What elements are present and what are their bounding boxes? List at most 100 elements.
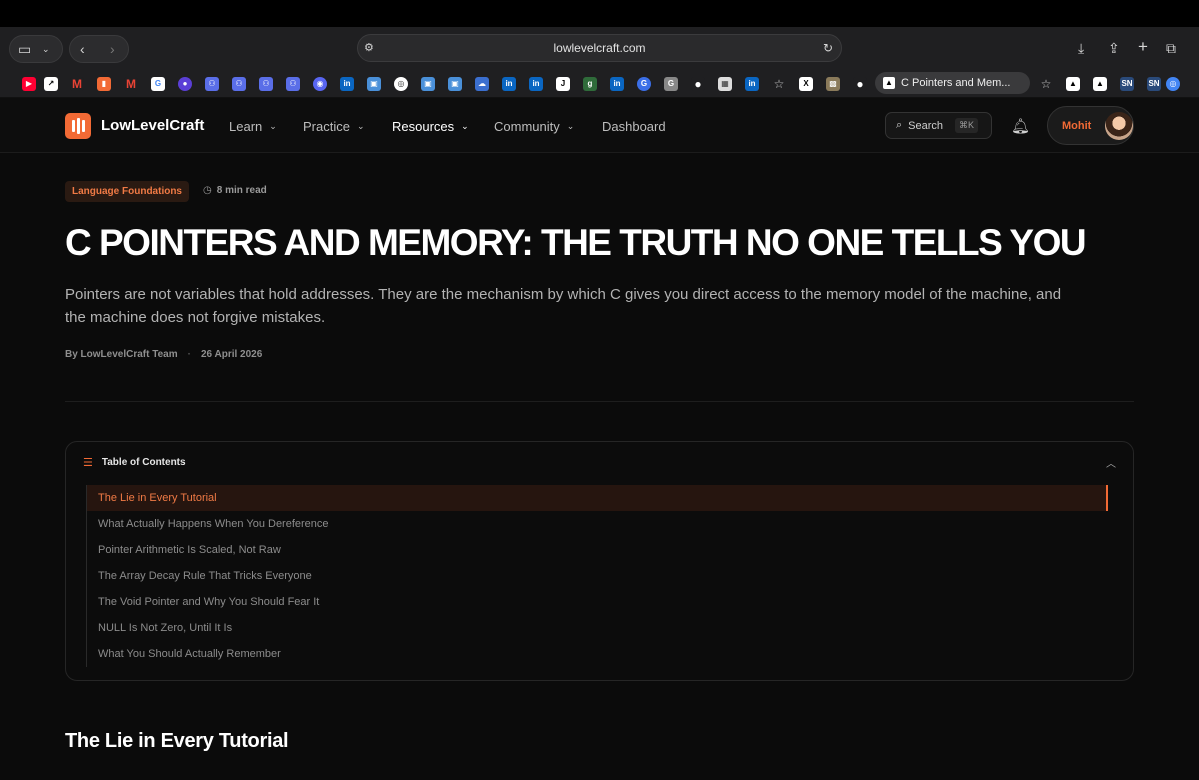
chevron-down-icon: ⌄	[356, 121, 365, 131]
app-icon[interactable]: ▦	[718, 77, 732, 91]
nav-label: Resources	[392, 119, 455, 134]
app-icon[interactable]: SN	[1120, 77, 1134, 91]
app-icon[interactable]: ▩	[826, 77, 840, 91]
category-tag[interactable]: Language Foundations	[65, 181, 189, 202]
share-icon[interactable]: ⇪	[1108, 40, 1120, 56]
active-tab[interactable]: ▲ C Pointers and Mem...	[875, 72, 1030, 94]
new-tab-icon[interactable]: +	[1138, 38, 1148, 55]
gmail-icon[interactable]: M	[124, 77, 138, 91]
search-label: Search	[908, 119, 944, 132]
toc-item[interactable]: The Array Decay Rule That Tricks Everyon…	[87, 563, 1108, 589]
linkedin-icon[interactable]: in	[610, 77, 624, 91]
toc-header[interactable]: ☰ Table of Contents	[83, 456, 186, 469]
toc-item[interactable]: NULL Is Not Zero, Until It Is	[87, 615, 1108, 641]
article-lede: Pointers are not variables that hold add…	[65, 286, 1062, 326]
teams-icon[interactable]: ⚇	[232, 77, 246, 91]
chevron-down-icon[interactable]: ⌄	[42, 41, 50, 57]
nav-buttons: ‹ ›	[69, 35, 129, 63]
chrome-icon[interactable]: ◎	[1166, 77, 1180, 91]
section-heading: The Lie in Every Tutorial	[65, 730, 289, 752]
reload-icon[interactable]: ↻	[823, 40, 833, 56]
google-icon[interactable]: G	[151, 77, 165, 91]
back-icon[interactable]: ‹	[80, 41, 85, 57]
sidebar-toggle-group[interactable]: ▭ ⌄	[9, 35, 63, 63]
github-icon[interactable]: ●	[691, 77, 705, 91]
table-of-contents: ☰ Table of Contents ︿ The Lie in Every T…	[65, 441, 1134, 681]
chevron-down-icon: ⌄	[269, 121, 277, 131]
app-icon[interactable]: ▲	[1066, 77, 1080, 91]
toc-item[interactable]: What Actually Happens When You Dereferen…	[87, 511, 1108, 537]
app-icon[interactable]: ●	[178, 77, 192, 91]
bookmark-star-icon[interactable]: ☆	[1039, 77, 1053, 91]
star-icon[interactable]: ☆	[772, 77, 786, 91]
chrome-icon[interactable]: ◎	[394, 77, 408, 91]
logo-icon[interactable]	[65, 113, 91, 139]
favorites-bar: ▶ ↗ M ▮ M G ● ⚇ ⚇ ⚇ ⚇ ◉ in ▣ ◎ ▣ ▣ ☁ in …	[0, 71, 1199, 98]
app-icon[interactable]: J	[556, 77, 570, 91]
app-icon[interactable]: G	[664, 77, 678, 91]
nav-label: Community	[494, 119, 560, 134]
nav-label: Dashboard	[602, 119, 666, 134]
brand-name[interactable]: LowLevelCraft	[101, 117, 204, 134]
list-icon: ☰	[83, 457, 93, 469]
bookmark-icon[interactable]: ▮	[97, 77, 111, 91]
teams-icon[interactable]: ⚇	[259, 77, 273, 91]
chevron-up-icon[interactable]: ︿	[1106, 455, 1116, 470]
youtube-icon[interactable]: ▶	[22, 77, 36, 91]
user-menu-button[interactable]: Mohit	[1047, 106, 1134, 145]
linkedin-icon[interactable]: in	[745, 77, 759, 91]
nav-label: Learn	[229, 119, 263, 134]
sidebar-icon[interactable]: ▭	[18, 41, 31, 57]
nav-label: Practice	[303, 119, 350, 134]
nav-practice[interactable]: Practice ⌄	[303, 119, 365, 134]
toc-list: The Lie in Every Tutorial What Actually …	[86, 485, 1108, 667]
search-shortcut: ⌘K	[955, 118, 979, 133]
forward-icon[interactable]: ›	[110, 41, 115, 57]
downloads-icon[interactable]: ⤓	[1078, 40, 1084, 56]
toc-item[interactable]: The Void Pointer and Why You Should Fear…	[87, 589, 1108, 615]
screen-top-bar	[0, 0, 1199, 27]
discord-icon[interactable]: ◉	[313, 77, 327, 91]
github-icon[interactable]: ●	[853, 77, 867, 91]
teams-icon[interactable]: ☁	[475, 77, 489, 91]
nav-community[interactable]: Community ⌄	[494, 119, 574, 134]
tab-overview-icon[interactable]: ⧉	[1166, 40, 1176, 56]
read-time-text: 8 min read	[216, 185, 267, 196]
divider	[65, 401, 1134, 402]
teams-icon[interactable]: ⚇	[286, 77, 300, 91]
app-icon[interactable]: ▲	[1093, 77, 1107, 91]
linkedin-icon[interactable]: in	[529, 77, 543, 91]
site-header: LowLevelCraft Learn ⌄ Practice ⌄ Resources…	[0, 98, 1199, 153]
nav-dashboard[interactable]: Dashboard	[602, 119, 666, 134]
toc-item[interactable]: What You Should Actually Remember	[87, 641, 1108, 667]
browser-toolbar: ▭ ⌄ ‹ › ⚙ lowlevelcraft.com ↻ ⤓ ⇪ + ⧉	[0, 27, 1199, 71]
nav-learn[interactable]: Learn ⌄	[229, 119, 277, 134]
clock-icon: ◷	[203, 185, 212, 196]
chevron-down-icon: ⌄	[461, 121, 469, 131]
user-name: Mohit	[1062, 119, 1092, 132]
byline-separator: ·	[187, 349, 191, 360]
x-icon[interactable]: X	[799, 77, 813, 91]
nav-resources[interactable]: Resources ⌄	[392, 119, 469, 134]
app-icon[interactable]: ▣	[421, 77, 435, 91]
author: By LowLevelCraft Team	[65, 349, 178, 360]
toc-item[interactable]: Pointer Arithmetic Is Scaled, Not Raw	[87, 537, 1108, 563]
teams-icon[interactable]: ⚇	[205, 77, 219, 91]
publish-date: 26 April 2026	[200, 349, 263, 360]
linkedin-icon[interactable]: in	[502, 77, 516, 91]
app-icon[interactable]: g	[583, 77, 597, 91]
address-bar[interactable]: ⚙ lowlevelcraft.com ↻	[357, 34, 842, 62]
avatar	[1105, 111, 1133, 140]
app-icon[interactable]: ▣	[448, 77, 462, 91]
search-button[interactable]: ⌕ Search ⌘K	[885, 112, 992, 139]
bell-icon[interactable]: 🔔︎	[1011, 117, 1030, 135]
app-icon[interactable]: G	[637, 77, 651, 91]
url-text: lowlevelcraft.com	[553, 41, 646, 55]
arrow-icon[interactable]: ↗	[44, 77, 58, 91]
linkedin-icon[interactable]: in	[340, 77, 354, 91]
toc-item[interactable]: The Lie in Every Tutorial	[87, 485, 1108, 511]
app-icon[interactable]: SN	[1147, 77, 1161, 91]
page-settings-icon[interactable]: ⚙	[364, 40, 374, 56]
gmail-icon[interactable]: M	[70, 77, 84, 91]
app-icon[interactable]: ▣	[367, 77, 381, 91]
